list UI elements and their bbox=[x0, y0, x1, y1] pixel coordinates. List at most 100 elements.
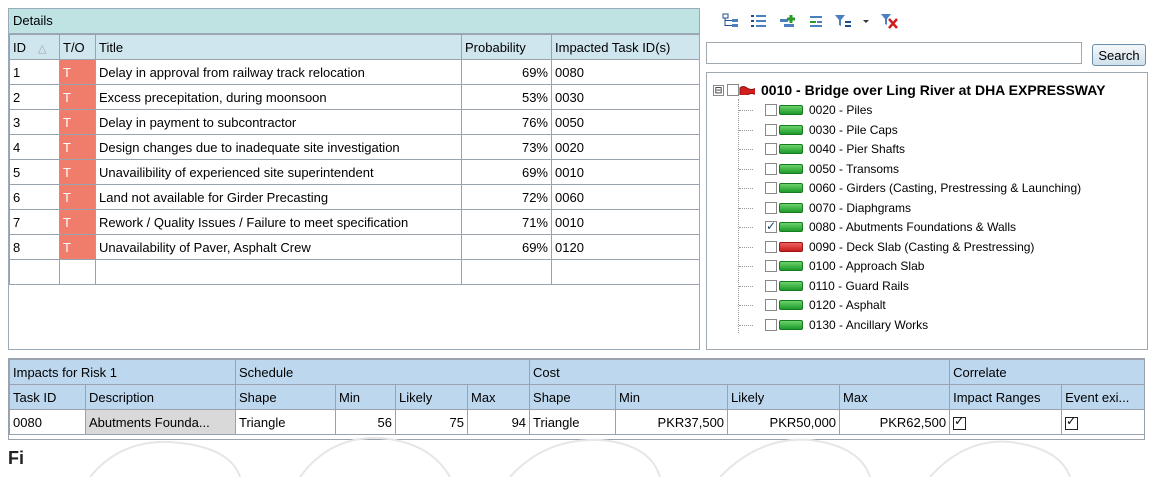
risk-id-cell[interactable]: 3 bbox=[9, 109, 60, 135]
risk-task-cell[interactable]: 0030 bbox=[551, 84, 699, 110]
risk-task-cell[interactable]: 0010 bbox=[551, 159, 699, 185]
empty-cell[interactable] bbox=[95, 259, 462, 285]
risk-probability-cell[interactable]: 69% bbox=[461, 59, 552, 85]
risk-probability-cell[interactable]: 53% bbox=[461, 84, 552, 110]
risk-title-cell[interactable]: Rework / Quality Issues / Failure to mee… bbox=[95, 209, 462, 235]
tree-node[interactable]: 0130 - Ancillary Works bbox=[765, 316, 928, 334]
tree-node-checkbox[interactable] bbox=[765, 219, 777, 233]
risk-id-cell[interactable]: 1 bbox=[9, 59, 60, 85]
risk-task-cell[interactable]: 0120 bbox=[551, 234, 699, 260]
risk-id-cell[interactable]: 7 bbox=[9, 209, 60, 235]
tree-node-checkbox[interactable] bbox=[765, 104, 777, 116]
column-header-id[interactable]: ID △ bbox=[9, 34, 60, 60]
tree-root-checkbox[interactable] bbox=[727, 84, 739, 96]
risk-to-cell[interactable]: T bbox=[59, 159, 96, 185]
tree-node-checkbox[interactable] bbox=[765, 162, 777, 175]
tree-node-checkbox[interactable] bbox=[765, 260, 777, 272]
filter-dropdown-icon[interactable] bbox=[862, 13, 870, 29]
column-header-to[interactable]: T/O bbox=[59, 34, 96, 60]
tree-node[interactable]: 0030 - Pile Caps bbox=[765, 121, 898, 139]
risk-row[interactable]: 3 T Delay in payment to subcontractor 76% 00… bbox=[9, 109, 699, 135]
impact-ranges-checkbox[interactable] bbox=[953, 414, 967, 430]
column-header-event-exists[interactable]: Event exi... bbox=[1061, 384, 1144, 410]
column-header-schedule-shape[interactable]: Shape bbox=[235, 384, 336, 410]
risk-probability-cell[interactable]: 69% bbox=[461, 159, 552, 185]
search-button[interactable]: Search bbox=[1092, 44, 1146, 66]
risk-task-cell[interactable]: 0080 bbox=[551, 59, 699, 85]
risk-task-cell[interactable]: 0050 bbox=[551, 109, 699, 135]
risk-to-cell[interactable]: T bbox=[59, 234, 96, 260]
column-header-cost-max[interactable]: Max bbox=[839, 384, 951, 410]
empty-cell[interactable] bbox=[9, 259, 60, 285]
tree-node[interactable]: 0110 - Guard Rails bbox=[765, 277, 909, 295]
risk-to-cell[interactable]: T bbox=[59, 84, 96, 110]
risk-probability-cell[interactable]: 69% bbox=[461, 234, 552, 260]
impact-task-id[interactable]: 0080 bbox=[9, 409, 86, 435]
event-exists-cell[interactable] bbox=[1061, 409, 1144, 435]
impact-schedule-shape[interactable]: Triangle bbox=[235, 409, 336, 435]
empty-cell[interactable] bbox=[10, 285, 60, 310]
column-header-schedule-max[interactable]: Max bbox=[466, 384, 531, 410]
impact-ranges-cell[interactable] bbox=[949, 409, 1063, 435]
column-header-description[interactable]: Description bbox=[85, 384, 236, 410]
empty-cell[interactable] bbox=[552, 285, 700, 310]
risk-task-cell[interactable]: 0010 bbox=[551, 209, 699, 235]
tree-root-node[interactable]: ⊟ 0010 - Bridge over Ling River at DHA E… bbox=[713, 81, 1105, 99]
empty-cell[interactable] bbox=[60, 285, 96, 310]
risk-id-cell[interactable]: 8 bbox=[9, 234, 60, 260]
impact-schedule-min[interactable]: 56 bbox=[335, 409, 396, 435]
tree-node[interactable]: 0090 - Deck Slab (Casting & Prestressing… bbox=[765, 238, 1034, 256]
tree-node[interactable]: 0070 - Diaphgrams bbox=[765, 199, 911, 217]
tree-node-checkbox[interactable] bbox=[765, 201, 777, 214]
impact-schedule-max[interactable]: 94 bbox=[466, 409, 531, 435]
filter-icon[interactable] bbox=[834, 13, 852, 29]
column-header-cost-min[interactable]: Min bbox=[615, 384, 729, 410]
column-header-schedule-min[interactable]: Min bbox=[335, 384, 396, 410]
tree-node[interactable]: 0040 - Pier Shafts bbox=[765, 140, 905, 158]
column-header-schedule-likely[interactable]: Likely bbox=[395, 384, 468, 410]
tree-node-checkbox[interactable] bbox=[765, 299, 777, 311]
risk-to-cell[interactable]: T bbox=[59, 134, 96, 160]
column-header-impacted-task[interactable]: Impacted Task ID(s) bbox=[551, 34, 699, 60]
impact-row[interactable]: 0080 Abutments Founda... Triangle 56 75 … bbox=[9, 409, 1144, 435]
risk-row[interactable]: 8 T Unavailability of Paver, Asphalt Crew 6… bbox=[9, 234, 699, 260]
risk-title-cell[interactable]: Unavailability of Paver, Asphalt Crew bbox=[95, 234, 462, 260]
impact-cost-likely[interactable]: PKR50,000 bbox=[727, 409, 841, 435]
risk-row[interactable]: 2 T Excess precepitation, during moonsoon 5… bbox=[9, 84, 699, 110]
risk-id-cell[interactable]: 5 bbox=[9, 159, 60, 185]
risk-row[interactable]: 1 T Delay in approval from railway track r… bbox=[9, 59, 699, 85]
risk-id-cell[interactable]: 6 bbox=[9, 184, 60, 210]
risk-probability-cell[interactable]: 76% bbox=[461, 109, 552, 135]
tree-node[interactable]: 0060 - Girders (Casting, Prestressing & … bbox=[765, 179, 1081, 197]
tree-node[interactable]: 0120 - Asphalt bbox=[765, 296, 886, 314]
empty-cell[interactable] bbox=[551, 259, 699, 285]
tree-node-checkbox[interactable] bbox=[765, 143, 777, 155]
list-view-icon[interactable] bbox=[750, 13, 768, 29]
risk-task-cell[interactable]: 0060 bbox=[551, 184, 699, 210]
risk-to-cell[interactable]: T bbox=[59, 109, 96, 135]
risk-row[interactable]: 4 T Design changes due to inadequate site … bbox=[9, 134, 699, 160]
tree-node-checkbox[interactable] bbox=[765, 318, 777, 331]
risk-row[interactable]: 5 T Unavailibility of experienced site sup… bbox=[9, 159, 699, 185]
tree-node[interactable]: 0080 - Abutments Foundations & Walls bbox=[765, 218, 1016, 236]
column-header-title[interactable]: Title bbox=[95, 34, 462, 60]
risk-probability-cell[interactable]: 71% bbox=[461, 209, 552, 235]
empty-risk-row[interactable] bbox=[9, 259, 699, 285]
tree-node[interactable]: 0020 - Piles bbox=[765, 101, 872, 119]
tree-node-checkbox[interactable] bbox=[765, 279, 777, 292]
risk-title-cell[interactable]: Land not available for Girder Precasting bbox=[95, 184, 462, 210]
empty-cell[interactable] bbox=[461, 259, 552, 285]
tree-node[interactable]: 0100 - Approach Slab bbox=[765, 257, 924, 275]
event-exists-checkbox[interactable] bbox=[1065, 414, 1079, 430]
risk-to-cell[interactable]: T bbox=[59, 209, 96, 235]
tree-node-checkbox[interactable] bbox=[765, 123, 777, 136]
risk-title-cell[interactable]: Delay in payment to subcontractor bbox=[95, 109, 462, 135]
risk-row[interactable]: 7 T Rework / Quality Issues / Failure to m… bbox=[9, 209, 699, 235]
tree-view-icon[interactable] bbox=[722, 13, 740, 29]
empty-cell[interactable] bbox=[462, 285, 552, 310]
risk-title-cell[interactable]: Unavailibility of experienced site super… bbox=[95, 159, 462, 185]
column-header-probability[interactable]: Probability bbox=[461, 34, 552, 60]
risk-title-cell[interactable]: Design changes due to inadequate site in… bbox=[95, 134, 462, 160]
tree-node-checkbox[interactable] bbox=[765, 182, 777, 194]
column-header-task-id[interactable]: Task ID bbox=[9, 384, 86, 410]
